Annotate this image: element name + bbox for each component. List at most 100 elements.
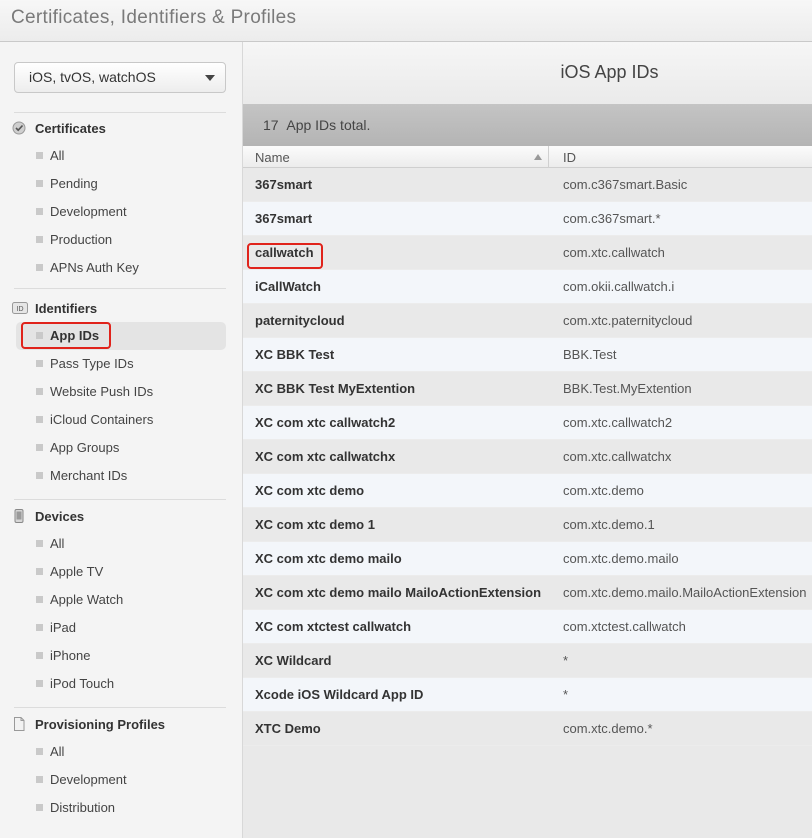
sidebar-item-label: Apple TV — [50, 563, 104, 579]
app-id-name[interactable]: iCallWatch — [255, 279, 321, 294]
sidebar-item-label: All — [50, 147, 65, 163]
app-id-name[interactable]: paternitycloud — [255, 313, 345, 328]
table-row[interactable]: XC com xtc callwatchx com.xtc.callwatchx — [243, 440, 812, 474]
app-id-identifier: BBK.Test.MyExtention — [563, 381, 692, 396]
sidebar-item-icloud-containers[interactable]: iCloud Containers — [36, 409, 153, 429]
sidebar-item-profiles-all[interactable]: All — [36, 741, 64, 761]
sidebar-item-label: iPhone — [50, 647, 91, 663]
app-id-name[interactable]: XC BBK Test MyExtention — [255, 381, 415, 396]
svg-text:ID: ID — [17, 306, 24, 313]
app-id-identifier: com.xtc.callwatch2 — [563, 415, 673, 430]
app-id-name[interactable]: XC com xtc callwatch2 — [255, 415, 395, 430]
bullet-icon — [36, 471, 43, 479]
bullet-icon — [36, 179, 43, 187]
app-id-identifier: * — [563, 687, 569, 702]
device-icon — [12, 509, 26, 523]
table-row[interactable]: callwatch com.xtc.callwatch — [243, 236, 812, 270]
table-row[interactable]: XC com xtc demo mailo com.xtc.demo.mailo — [243, 542, 812, 576]
sidebar-item-website-push-ids[interactable]: Website Push IDs — [36, 381, 153, 401]
bullet-icon — [36, 595, 43, 603]
column-header-name[interactable]: Name — [255, 150, 290, 165]
app-id-name[interactable]: XC com xtctest callwatch — [255, 619, 411, 634]
table-row[interactable]: 367smart com.c367smart.* — [243, 202, 812, 236]
sidebar-item-label: All — [50, 535, 65, 551]
sidebar-item-label: iCloud Containers — [50, 411, 154, 427]
table-row[interactable]: XC BBK Test BBK.Test — [243, 338, 812, 372]
bullet-icon — [36, 803, 43, 811]
table-row[interactable]: XTC Demo com.xtc.demo.* — [243, 712, 812, 746]
app-id-identifier: com.okii.callwatch.i — [563, 279, 675, 294]
bullet-icon — [36, 263, 43, 271]
sidebar-item-ipod-touch[interactable]: iPod Touch — [36, 673, 114, 693]
app-id-identifier: com.c367smart.Basic — [563, 177, 688, 192]
table-row[interactable]: 367smart com.c367smart.Basic — [243, 168, 812, 202]
sidebar-item-pass-type-ids[interactable]: Pass Type IDs — [36, 353, 134, 373]
app-id-name[interactable]: Xcode iOS Wildcard App ID — [255, 687, 423, 702]
table-row[interactable]: paternitycloud com.xtc.paternitycloud — [243, 304, 812, 338]
column-header-id[interactable]: ID — [563, 150, 576, 165]
sidebar-item-certificates-all[interactable]: All — [36, 145, 64, 165]
app-id-identifier: com.xtc.demo.mailo — [563, 551, 679, 566]
platform-select-value: iOS, tvOS, watchOS — [29, 69, 156, 85]
platform-select[interactable]: iOS, tvOS, watchOS — [14, 62, 226, 93]
app-id-name[interactable]: XC com xtc demo mailo MailoActionExtensi… — [255, 585, 541, 600]
page-title: Certificates, Identifiers & Profiles — [11, 7, 297, 28]
table-header: Name ID — [243, 146, 812, 168]
main-title: iOS App IDs — [560, 62, 659, 82]
bullet-icon — [36, 415, 43, 423]
app-id-name[interactable]: XTC Demo — [255, 721, 321, 736]
sidebar-item-merchant-ids[interactable]: Merchant IDs — [36, 465, 127, 485]
app-id-identifier: BBK.Test — [563, 347, 617, 362]
table-row[interactable]: XC com xtc demo mailo MailoActionExtensi… — [243, 576, 812, 610]
table-row[interactable]: iCallWatch com.okii.callwatch.i — [243, 270, 812, 304]
sidebar-item-label: Pass Type IDs — [50, 355, 134, 371]
sidebar-item-profiles-distribution[interactable]: Distribution — [36, 797, 115, 817]
sidebar-item-app-groups[interactable]: App Groups — [36, 437, 119, 457]
column-separator — [548, 146, 549, 168]
app-id-name[interactable]: XC com xtc demo mailo — [255, 551, 402, 566]
sidebar-item-label: Pending — [50, 175, 98, 191]
sidebar-item-label: Distribution — [50, 799, 116, 815]
count-text: 17 App IDs total. — [263, 117, 370, 133]
app-id-name[interactable]: XC com xtc callwatchx — [255, 449, 395, 464]
app-id-name[interactable]: 367smart — [255, 211, 312, 226]
section-identifiers: ID Identifiers — [12, 299, 97, 317]
sidebar-item-devices-all[interactable]: All — [36, 533, 64, 553]
app-id-name[interactable]: XC com xtc demo 1 — [255, 517, 375, 532]
bullet-icon — [36, 623, 43, 631]
sidebar-item-apple-watch[interactable]: Apple Watch — [36, 589, 123, 609]
table-row[interactable]: XC com xtctest callwatch com.xtctest.call… — [243, 610, 812, 644]
sidebar-item-pending[interactable]: Pending — [36, 173, 98, 193]
sidebar-item-iphone[interactable]: iPhone — [36, 645, 90, 665]
count-bar: 17 App IDs total. — [243, 104, 812, 146]
app-id-name[interactable]: XC Wildcard — [255, 653, 331, 668]
count-label: App IDs total. — [286, 117, 371, 133]
table-row[interactable]: Xcode iOS Wildcard App ID * — [243, 678, 812, 712]
table-row[interactable]: XC Wildcard * — [243, 644, 812, 678]
sidebar-item-label: iPad — [50, 619, 77, 635]
sidebar-item-label: Production — [50, 231, 113, 247]
table-row[interactable]: XC com xtc demo com.xtc.demo — [243, 474, 812, 508]
app-id-name[interactable]: 367smart — [255, 177, 312, 192]
sidebar-item-apple-tv[interactable]: Apple TV — [36, 561, 103, 581]
document-icon — [12, 717, 26, 731]
table-row[interactable]: XC com xtc callwatch2 com.xtc.callwatch2 — [243, 406, 812, 440]
app-id-identifier: com.c367smart.* — [563, 211, 661, 226]
table-row[interactable]: XC BBK Test MyExtention BBK.Test.MyExtent… — [243, 372, 812, 406]
table-row[interactable]: XC com xtc demo 1 com.xtc.demo.1 — [243, 508, 812, 542]
sidebar: iOS, tvOS, watchOS Certificates All Pend… — [0, 42, 243, 838]
sort-ascending-icon[interactable] — [534, 154, 542, 160]
app-id-identifier: com.xtc.demo.mailo.MailoActionExtension — [563, 585, 807, 600]
bullet-icon — [36, 235, 43, 243]
bullet-icon — [36, 679, 43, 687]
app-id-name[interactable]: XC com xtc demo — [255, 483, 364, 498]
sidebar-item-ipad[interactable]: iPad — [36, 617, 76, 637]
sidebar-item-profiles-development[interactable]: Development — [36, 769, 127, 789]
sidebar-item-certificates-development[interactable]: Development — [36, 201, 127, 221]
app-id-identifier: * — [563, 653, 569, 668]
sidebar-item-apns-auth-key[interactable]: APNs Auth Key — [36, 257, 139, 277]
app-id-name[interactable]: XC BBK Test — [255, 347, 334, 362]
app-id-identifier: com.xtc.demo — [563, 483, 644, 498]
app-id-identifier: com.xtc.demo.1 — [563, 517, 655, 532]
sidebar-item-production[interactable]: Production — [36, 229, 112, 249]
